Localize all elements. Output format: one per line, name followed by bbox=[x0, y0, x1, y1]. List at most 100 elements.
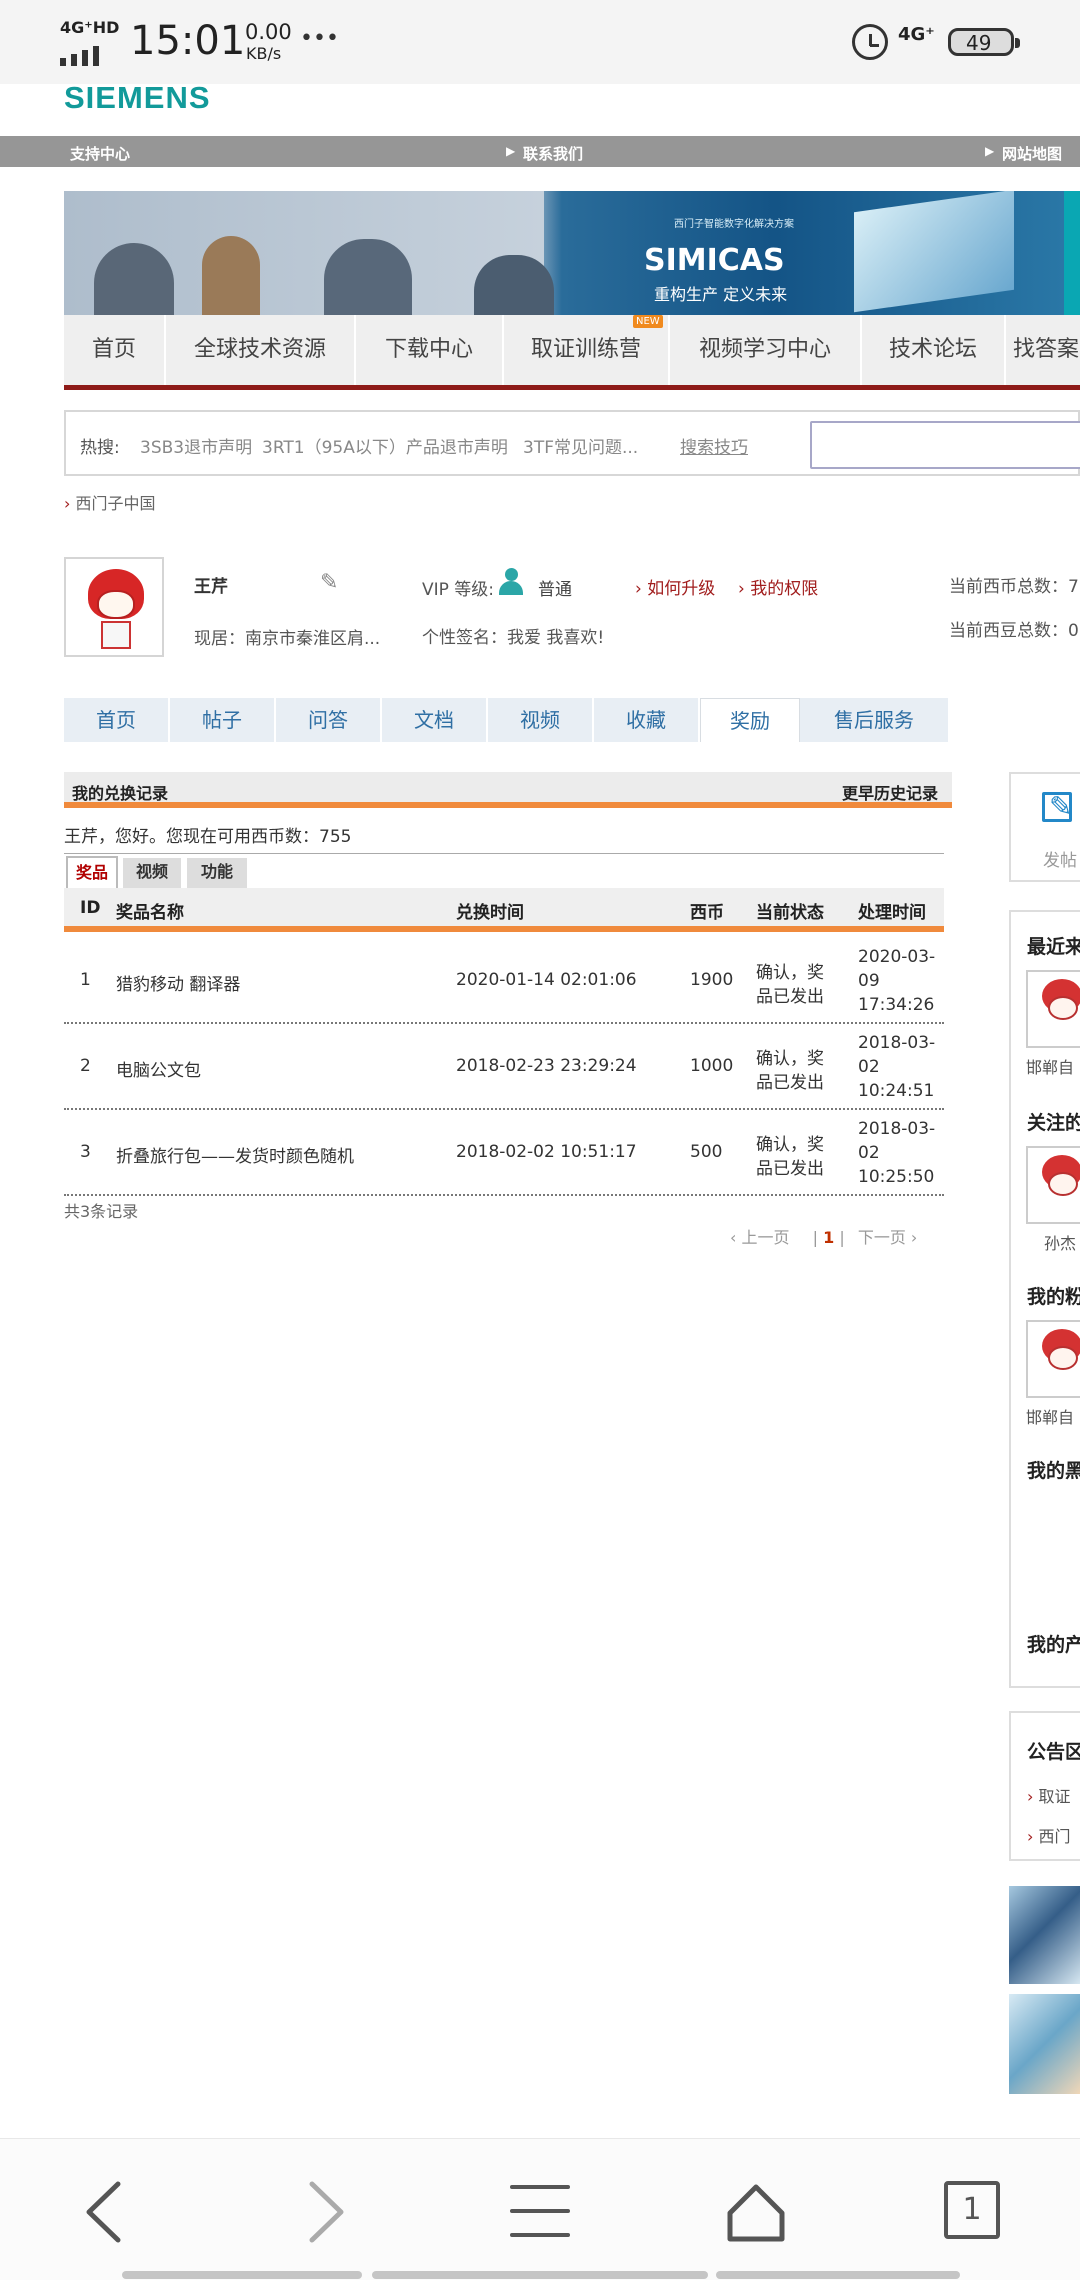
records-summary: 王芹，您好。您现在可用西币数：755 bbox=[64, 827, 352, 847]
row-prize-name[interactable]: 电脑公文包 bbox=[116, 1056, 201, 1081]
table-row: 2 电脑公文包 2018-02-23 23:29:24 1000 确认，奖 品已… bbox=[64, 1024, 944, 1110]
menu-icon[interactable] bbox=[510, 2185, 570, 2237]
column-id: ID bbox=[80, 898, 101, 918]
pager: ‹ 上一页 | 1 | 下一页 › bbox=[730, 1228, 918, 1247]
contact-link[interactable]: 联系我们 bbox=[523, 143, 583, 164]
more-icon: ••• bbox=[300, 26, 339, 51]
notice-item-2[interactable]: › 西门 bbox=[1027, 1823, 1071, 1847]
vip-user-icon bbox=[497, 567, 527, 597]
sitemap-link[interactable]: 网站地图 bbox=[1002, 143, 1062, 164]
notice-item-1[interactable]: › 取证 bbox=[1027, 1783, 1071, 1807]
banner[interactable]: 西门子智能数字化解决方案 SIMICAS 重构生产 定义未来 bbox=[64, 191, 1080, 315]
post-label: 发帖 bbox=[1043, 851, 1077, 871]
search-input[interactable] bbox=[810, 421, 1080, 469]
search-tips-link[interactable]: 搜索技巧 bbox=[680, 433, 748, 458]
promo-image-2[interactable] bbox=[1009, 1994, 1080, 2094]
breadcrumb-link[interactable]: 西门子中国 bbox=[76, 494, 156, 513]
column-prize-name: 奖品名称 bbox=[116, 903, 184, 923]
avatar[interactable] bbox=[1026, 970, 1080, 1048]
row-exchange-time: 2020-01-14 02:01:06 bbox=[456, 970, 637, 990]
table-row: 3 折叠旅行包——发货时颜色随机 2018-02-02 10:51:17 500… bbox=[64, 1110, 944, 1196]
tab-posts[interactable]: 帖子 bbox=[170, 698, 276, 742]
row-prize-name[interactable]: 猎豹移动 翻译器 bbox=[116, 970, 240, 995]
edit-icon[interactable]: ✎ bbox=[320, 570, 338, 595]
row-status-line-2: 品已发出 bbox=[756, 987, 824, 1007]
banner-arrow-icon[interactable] bbox=[1064, 191, 1080, 315]
records-title: 我的兑换记录 bbox=[72, 784, 169, 803]
next-page-link[interactable]: 下一页 bbox=[858, 1228, 906, 1247]
browser-toolbar: 1 bbox=[0, 2138, 1080, 2280]
avatar[interactable] bbox=[1026, 1146, 1080, 1224]
row-id: 3 bbox=[80, 1142, 91, 1162]
chevron-right-icon: › bbox=[64, 494, 71, 513]
hot-item-3[interactable]: 3TF常见问题... bbox=[523, 433, 638, 458]
signal-icon bbox=[60, 46, 104, 66]
blacklist-title: 我的黑 bbox=[1027, 1460, 1080, 1482]
main-nav: 首页 全球技术资源 下载中心 取证训练营 NEW 视频学习中心 技术论坛 找答案 bbox=[64, 315, 1080, 390]
tab-videos[interactable]: 视频 bbox=[488, 698, 594, 742]
nav-global-resources[interactable]: 全球技术资源 bbox=[166, 315, 356, 385]
nav-home[interactable]: 首页 bbox=[64, 315, 166, 385]
records-header: 我的兑换记录 更早历史记录 bbox=[64, 772, 952, 808]
siemens-logo[interactable]: SIEMENS bbox=[64, 80, 211, 116]
hot-item-2[interactable]: 3RT1（95A以下）产品退市声明 bbox=[262, 433, 508, 458]
tab-after-sales[interactable]: 售后服务 bbox=[800, 698, 950, 742]
following-title: 关注的 bbox=[1027, 1112, 1080, 1134]
nav-video-center[interactable]: 视频学习中心 bbox=[670, 315, 862, 385]
row-coins: 1900 bbox=[690, 970, 734, 990]
hot-label: 热搜: bbox=[80, 438, 120, 458]
table-row: 1 猎豹移动 翻译器 2020-01-14 02:01:06 1900 确认，奖… bbox=[64, 938, 944, 1024]
avatar[interactable] bbox=[1026, 1320, 1080, 1398]
prev-page-link[interactable]: 上一页 bbox=[742, 1228, 790, 1247]
tab-home[interactable]: 首页 bbox=[64, 698, 170, 742]
reward-tab-videos[interactable]: 视频 bbox=[123, 858, 181, 888]
vip-label: VIP 等级: bbox=[422, 580, 495, 600]
recent-user-name[interactable]: 邯郸自 bbox=[1026, 1054, 1074, 1078]
following-user-name[interactable]: 孙杰 bbox=[1044, 1230, 1076, 1254]
sidebar-post-card[interactable]: ✎ 发帖 bbox=[1009, 772, 1080, 882]
signature: 个性签名：我爱 我喜欢! bbox=[422, 628, 605, 648]
promo-image-1[interactable] bbox=[1009, 1886, 1080, 1984]
vip-value: 普通 bbox=[538, 580, 572, 600]
notice-title: 公告区 bbox=[1027, 1741, 1080, 1763]
chevron-right-icon: › bbox=[635, 579, 642, 599]
row-process-line-1: 2018-03- bbox=[858, 1033, 936, 1053]
nav-hint-bar bbox=[372, 2271, 708, 2279]
sidebar-social-card: 最近来 邯郸自 关注的 孙杰 我的粉 邯郸自 我的黑 我的产 bbox=[1009, 910, 1080, 1688]
battery-icon: 49 bbox=[948, 28, 1020, 56]
upgrade-link[interactable]: › 如何升级 bbox=[635, 574, 715, 599]
hot-item-1[interactable]: 3SB3退市声明 bbox=[140, 433, 252, 458]
bean-total: 当前西豆总数：0 bbox=[949, 621, 1079, 641]
reward-tab-prizes[interactable]: 奖品 bbox=[66, 856, 118, 888]
row-process-line-1: 2018-03- bbox=[858, 1119, 936, 1139]
column-process-time: 处理时间 bbox=[858, 903, 926, 923]
notice-card: 公告区 › 取证 › 西门 bbox=[1009, 1711, 1080, 1861]
chevron-right-icon: › bbox=[738, 579, 745, 599]
row-status-line-1: 确认，奖 bbox=[756, 1049, 824, 1069]
nav-find-answer[interactable]: 找答案 bbox=[1006, 315, 1080, 385]
history-link[interactable]: 更早历史记录 bbox=[842, 780, 938, 804]
forward-icon[interactable] bbox=[300, 2179, 350, 2245]
tab-rewards[interactable]: 奖励 bbox=[700, 698, 800, 742]
tab-docs[interactable]: 文档 bbox=[382, 698, 488, 742]
tab-favorites[interactable]: 收藏 bbox=[594, 698, 700, 742]
home-icon[interactable] bbox=[722, 2179, 790, 2245]
banner-subtitle: 重构生产 定义未来 bbox=[654, 285, 788, 304]
reward-tab-functions[interactable]: 功能 bbox=[187, 858, 247, 888]
tabs-button[interactable]: 1 bbox=[944, 2181, 1000, 2239]
nav-download-center[interactable]: 下载中心 bbox=[356, 315, 504, 385]
tab-count: 1 bbox=[962, 2192, 982, 2227]
speed-value: 0.00 bbox=[245, 20, 292, 44]
fan-user-name[interactable]: 邯郸自 bbox=[1026, 1404, 1074, 1428]
current-page[interactable]: 1 bbox=[823, 1228, 834, 1247]
nav-forum[interactable]: 技术论坛 bbox=[862, 315, 1006, 385]
notice-item-1-label: 取证 bbox=[1038, 1787, 1071, 1806]
avatar[interactable] bbox=[64, 557, 164, 657]
back-icon[interactable] bbox=[80, 2179, 130, 2245]
network-label: 4G⁺HD bbox=[60, 18, 120, 37]
banner-title: SIMICAS bbox=[644, 243, 785, 278]
tab-qa[interactable]: 问答 bbox=[276, 698, 382, 742]
support-center-link[interactable]: 支持中心 bbox=[70, 143, 130, 164]
row-prize-name[interactable]: 折叠旅行包——发货时颜色随机 bbox=[116, 1142, 354, 1167]
rights-link[interactable]: › 我的权限 bbox=[738, 574, 818, 599]
